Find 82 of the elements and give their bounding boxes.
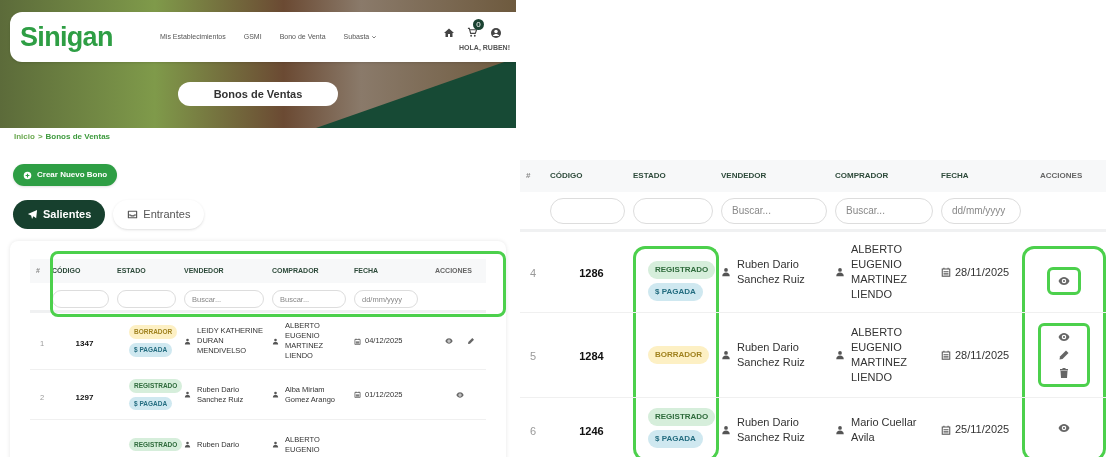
eye-icon — [444, 337, 453, 345]
filter-field[interactable]: Buscar... — [721, 197, 827, 224]
filter-field[interactable]: dd/mm/yyyy — [941, 197, 1022, 224]
buyer-name: ALBERTO EUGENIO MARTINEZ LIENDO — [851, 242, 909, 302]
filter-field[interactable] — [52, 290, 109, 308]
code-text: 1246 — [579, 424, 604, 437]
calendar-icon — [941, 350, 951, 360]
person-icon — [721, 424, 731, 435]
person-icon — [721, 267, 731, 277]
calendar-icon — [941, 267, 951, 277]
view-button[interactable] — [455, 390, 464, 399]
paper-plane-icon — [27, 209, 38, 220]
pencil-icon — [1058, 349, 1070, 361]
status-badge: $ PAGADA — [648, 430, 703, 448]
date-text: 28/11/2025 — [955, 347, 1010, 363]
code-text: 1284 — [579, 350, 604, 362]
delete-button[interactable] — [1058, 367, 1070, 379]
breadcrumb-link[interactable]: Bonos de Ventas — [45, 131, 111, 143]
pencil-icon — [466, 337, 475, 345]
date-text: 25/11/2025 — [955, 422, 1010, 437]
person-icon — [184, 441, 191, 448]
row-number: 5 — [530, 350, 537, 362]
person-icon — [835, 424, 845, 435]
person-icon — [835, 267, 845, 277]
filter-field[interactable] — [633, 197, 713, 224]
view-button[interactable] — [1058, 274, 1070, 287]
view-button[interactable] — [444, 337, 453, 345]
tab[interactable]: Entrantes — [113, 200, 205, 229]
filter-field[interactable] — [117, 290, 176, 308]
eye-icon — [1058, 274, 1070, 287]
column-header: ACCIONES — [1040, 170, 1084, 182]
eye-icon — [1058, 422, 1070, 434]
view-button[interactable] — [1058, 331, 1070, 343]
person-icon — [184, 391, 191, 398]
edit-button[interactable] — [466, 337, 475, 345]
date-text: 28/11/2025 — [955, 264, 1010, 280]
person-icon — [835, 350, 845, 360]
cart-count-badge: 0 — [473, 19, 484, 31]
home-icon — [443, 26, 455, 39]
status-badge: $ PAGADA — [648, 282, 703, 301]
trash-icon — [1058, 367, 1070, 379]
filter-field[interactable] — [550, 197, 625, 224]
page-title: Bonos de Ventas — [178, 82, 338, 106]
user-account-icon — [490, 26, 502, 39]
calendar-icon — [354, 391, 361, 398]
code-text: 1297 — [75, 392, 94, 402]
filter-field[interactable]: Buscar... — [835, 197, 933, 224]
person-icon — [272, 441, 279, 448]
tab[interactable]: Salientes — [13, 200, 106, 229]
status-badge: REGISTRADO — [648, 260, 716, 279]
column-header: ESTADO — [633, 170, 667, 182]
code-text: 1286 — [579, 267, 604, 279]
plus-circle-icon — [23, 170, 32, 180]
column-header: CÓDIGO — [550, 170, 584, 182]
view-button[interactable] — [1058, 422, 1070, 434]
row-number: 4 — [530, 267, 537, 279]
column-header: FECHA — [941, 170, 970, 182]
column-header: VENDEDOR — [721, 170, 768, 182]
person-icon — [721, 350, 731, 360]
cart-icon — [467, 27, 478, 39]
eye-icon — [455, 390, 464, 399]
buyer-name: ALBERTO EUGENIO MARTINEZ LIENDO — [851, 325, 909, 385]
person-icon — [272, 391, 279, 398]
status-badge: BORRADOR — [648, 346, 710, 364]
row-number: 6 — [530, 424, 537, 437]
calendar-icon — [354, 337, 361, 345]
breadcrumb-separator: > — [37, 131, 43, 143]
person-icon — [272, 337, 279, 345]
person-icon — [184, 337, 191, 345]
column-header: # — [525, 170, 532, 182]
column-header: COMPRADOR — [835, 170, 890, 182]
seller-name: Ruben Dario Sanchez Ruiz — [737, 340, 806, 370]
buyer-name: Mario Cuellar Avila — [851, 414, 918, 445]
inbox-tray-icon — [127, 209, 139, 220]
edit-button[interactable] — [1058, 349, 1070, 361]
eye-icon — [1058, 331, 1070, 343]
chevron-down-icon — [371, 34, 378, 40]
seller-name: Ruben Dario Sanchez Ruiz — [737, 257, 806, 287]
code-text: 1347 — [75, 339, 94, 348]
status-badge: REGISTRADO — [648, 408, 716, 426]
calendar-icon — [941, 424, 951, 435]
seller-name: Ruben Dario Sanchez Ruiz — [737, 414, 806, 445]
